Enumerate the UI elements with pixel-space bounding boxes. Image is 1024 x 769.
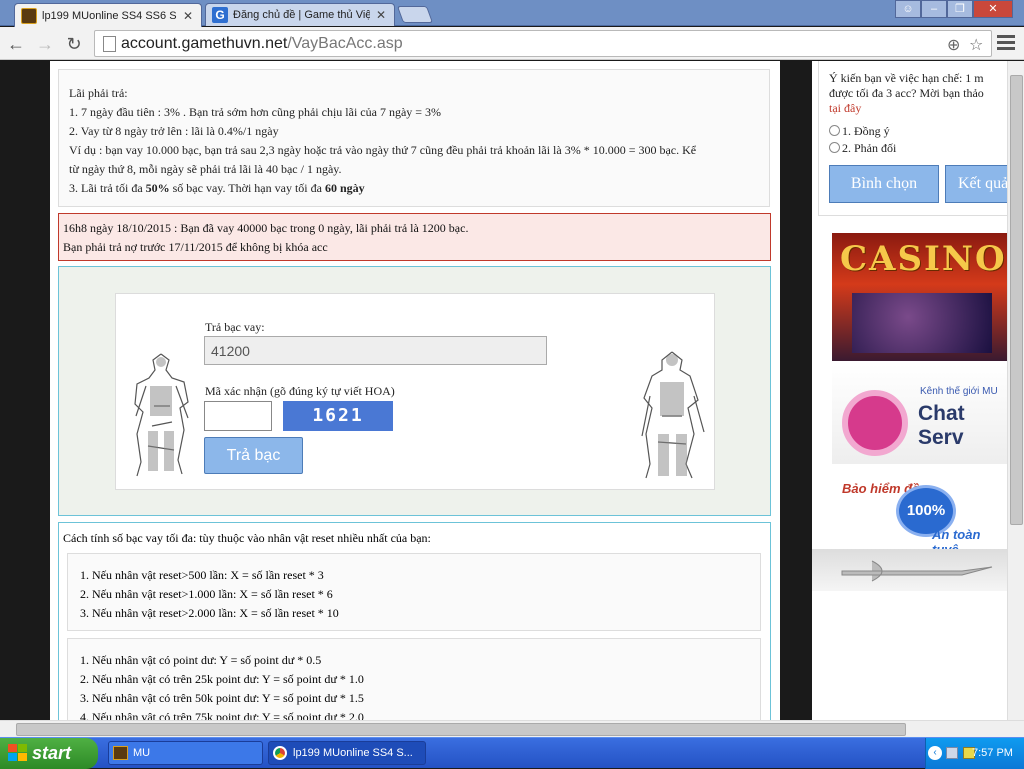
tab-title: Đăng chủ đề | Game thủ Việt xyxy=(233,9,370,21)
url-host: account.gamethuvn.net xyxy=(121,35,288,52)
interest-line: 2. Vay từ 8 ngày trở lên : lãi là 0.4%/1… xyxy=(69,124,279,138)
max-loan-calc-panel: Cách tính số bạc vay tối đa: tùy thuộc v… xyxy=(58,522,771,720)
reload-icon[interactable]: ↻ xyxy=(63,33,85,55)
reset-rule: 3. Nếu nhân vật reset>2.000 lần: X = số … xyxy=(80,606,339,620)
characters-image xyxy=(852,293,992,353)
captcha-label: Mã xác nhận (gõ đúng ký tự viết HOA) xyxy=(205,384,395,398)
system-tray: ‹ 7:57 PM xyxy=(925,738,1024,769)
point-rule: 3. Nếu nhân vật có trên 50k point dư: Y … xyxy=(80,691,364,705)
vertical-scrollbar[interactable] xyxy=(1007,61,1024,720)
point-rule: 2. Nếu nhân vật có trên 25k point dư: Y … xyxy=(80,672,364,686)
network-icon[interactable] xyxy=(946,747,958,759)
notice-line: Bạn phải trả nợ trước 17/11/2015 để khôn… xyxy=(63,240,328,254)
bookmark-star-icon[interactable]: ☆ xyxy=(969,35,983,55)
url-text[interactable]: account.gamethuvn.net/VayBacAcc.asp xyxy=(121,35,403,53)
clock[interactable]: 7:57 PM xyxy=(972,747,1013,759)
close-tab-icon[interactable]: ✕ xyxy=(374,8,388,22)
poll-option[interactable]: 1. Đồng ý xyxy=(829,123,1007,140)
url-path: /VayBacAcc.asp xyxy=(287,35,403,52)
windows-taskbar: start MU lp199 MUonline SS4 S... ‹ 7:57 … xyxy=(0,737,1024,769)
reset-rule: 2. Nếu nhân vật reset>1.000 lần: X = số … xyxy=(80,587,333,601)
chat-server-ad[interactable]: Kênh thế giới MU Chat Serv xyxy=(832,364,1007,464)
insurance-ad[interactable]: Bảo hiểm đồ 100% An toàn tuyệ xyxy=(832,471,1007,549)
poll-box: Ý kiến bạn về việc hạn chế: 1 m được tối… xyxy=(818,61,1007,216)
interest-line: 3. Lãi trả tối đa 50% số bạc vay. Thời h… xyxy=(69,181,365,195)
chrome-app-icon xyxy=(273,746,287,760)
point-rule: 4. Nếu nhân vật có trên 75k point dư: Y … xyxy=(80,710,364,720)
interest-title: Lãi phải trả: xyxy=(69,86,128,100)
repay-form: Trả bạc vay: 41200 Mã xác nhận (gõ đúng … xyxy=(115,293,715,490)
point-rule: 1. Nếu nhân vật có point dư: Y = số poin… xyxy=(80,653,322,667)
tab-mu-online[interactable]: lp199 MUonline SS4 SS6 SS8 ✕ xyxy=(14,3,202,27)
browser-toolbar: ← → ↻ account.gamethuvn.net/VayBacAcc.as… xyxy=(0,27,1024,60)
interest-line: Ví dụ : bạn vay 10.000 bạc, bạn trả sau … xyxy=(69,143,697,157)
sidebar-footer-ornament xyxy=(812,549,1007,591)
user-icon[interactable]: ☺ xyxy=(895,0,921,18)
calc-intro: Cách tính số bạc vay tối đa: tùy thuộc v… xyxy=(63,531,431,545)
mu-favicon-icon xyxy=(21,7,37,24)
point-rules-box: 1. Nếu nhân vật có point dư: Y = số poin… xyxy=(67,638,761,720)
tray-expand-icon[interactable]: ‹ xyxy=(928,746,942,760)
taskbar-item-mu[interactable]: MU xyxy=(108,741,263,765)
chat-big-text: Chat Serv xyxy=(918,402,965,449)
radio-icon[interactable] xyxy=(829,142,840,153)
warrior-right-image xyxy=(641,351,705,479)
casino-ad[interactable]: CASINO xyxy=(832,233,1007,361)
windows-logo-icon xyxy=(8,744,28,762)
poll-question: được tối đa 3 acc? Mời bạn thảo xyxy=(829,86,984,100)
forward-arrow-icon[interactable]: → xyxy=(34,33,56,55)
new-tab-button[interactable] xyxy=(396,6,434,23)
minimize-icon[interactable]: – xyxy=(921,0,947,18)
back-arrow-icon[interactable]: ← xyxy=(5,33,27,55)
close-window-icon[interactable]: ✕ xyxy=(973,0,1013,18)
repay-amount-input[interactable]: 41200 xyxy=(204,336,547,365)
poll-link[interactable]: tại đây xyxy=(829,101,1007,116)
scrollbar-thumb[interactable] xyxy=(1010,75,1023,525)
result-button[interactable]: Kết quả xyxy=(945,165,1007,203)
interest-info-box: Lãi phải trả: 1. 7 ngày đầu tiên : 3% . … xyxy=(58,69,770,207)
right-sidebar: Ý kiến bạn về việc hạn chế: 1 m được tối… xyxy=(812,61,1007,720)
g-favicon-icon: G xyxy=(212,7,228,23)
page-icon xyxy=(103,36,116,52)
chat-small-text: Kênh thế giới MU xyxy=(920,386,998,397)
radio-icon[interactable] xyxy=(829,125,840,136)
horizontal-scrollbar[interactable] xyxy=(0,720,1024,737)
zoom-icon[interactable]: ⊕ xyxy=(947,35,960,55)
chat-bubble-icon xyxy=(842,390,908,456)
reset-rules-box: 1. Nếu nhân vật reset>500 lần: X = số lầ… xyxy=(67,553,761,631)
interest-line: 1. 7 ngày đầu tiên : 3% . Bạn trả sớm hơ… xyxy=(69,105,442,119)
chrome-menu-icon[interactable] xyxy=(997,35,1015,53)
close-tab-icon[interactable]: ✕ xyxy=(181,9,195,23)
browser-tab-strip: lp199 MUonline SS4 SS6 SS8 ✕ G Đăng chủ … xyxy=(0,0,1024,27)
safe-text: An toàn tuyệ xyxy=(932,527,981,549)
repay-submit-button[interactable]: Trả bạc xyxy=(204,437,303,474)
repay-form-panel: Trả bạc vay: 41200 Mã xác nhận (gõ đúng … xyxy=(58,266,771,516)
address-bar[interactable]: account.gamethuvn.net/VayBacAcc.asp ⊕ ☆ xyxy=(94,30,992,57)
interest-line: từ ngày thứ 8, mỗi ngày sẽ phải trả lãi … xyxy=(69,162,342,176)
main-column: Lãi phải trả: 1. 7 ngày đầu tiên : 3% . … xyxy=(50,61,780,720)
mu-app-icon xyxy=(113,746,128,760)
vote-button[interactable]: Bình chọn xyxy=(829,165,939,203)
casino-text: CASINO xyxy=(840,239,1007,279)
captcha-input[interactable] xyxy=(204,401,272,431)
poll-option[interactable]: 2. Phản đối xyxy=(829,140,1007,157)
loan-notice: 16h8 ngày 18/10/2015 : Bạn đã vay 40000 … xyxy=(58,213,771,261)
scrollbar-thumb[interactable] xyxy=(16,723,906,736)
warrior-left-image xyxy=(134,353,189,477)
sword-icon xyxy=(841,560,993,582)
reset-rule: 1. Nếu nhân vật reset>500 lần: X = số lầ… xyxy=(80,568,324,582)
restore-icon[interactable]: ❐ xyxy=(947,0,973,18)
taskbar-item-chrome[interactable]: lp199 MUonline SS4 S... xyxy=(268,741,426,765)
notice-line: 16h8 ngày 18/10/2015 : Bạn đã vay 40000 … xyxy=(63,221,469,235)
captcha-image: 1621 xyxy=(283,401,393,431)
page-viewport: Lãi phải trả: 1. 7 ngày đầu tiên : 3% . … xyxy=(0,61,1007,720)
tab-game-thu-viet[interactable]: G Đăng chủ đề | Game thủ Việt ✕ xyxy=(205,3,395,26)
repay-label: Trả bạc vay: xyxy=(205,320,265,334)
window-controls: ☺ – ❐ ✕ xyxy=(895,0,1013,18)
tab-title: lp199 MUonline SS4 SS6 SS8 xyxy=(42,9,177,22)
poll-question: Ý kiến bạn về việc hạn chế: 1 m xyxy=(829,71,984,85)
